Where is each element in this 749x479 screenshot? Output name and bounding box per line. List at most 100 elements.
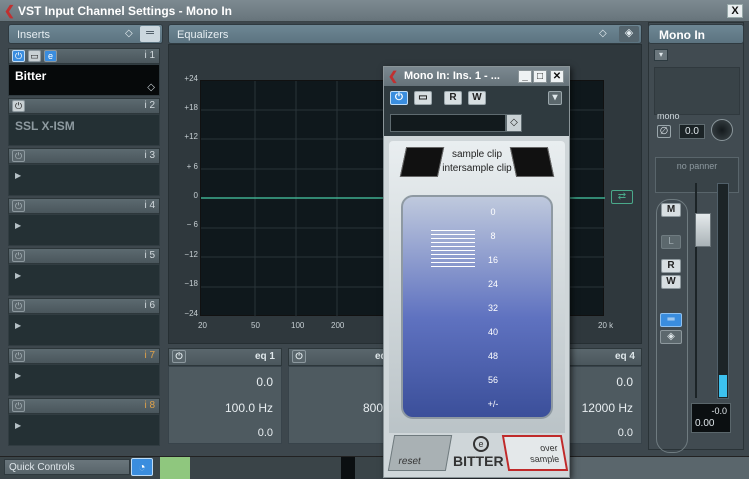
insert-power-icon[interactable]: ⏻ xyxy=(12,150,25,162)
bit-meter-bars xyxy=(431,230,475,270)
eq-band-freq[interactable]: 12000 Hz xyxy=(582,401,633,415)
eq-x-tick: 20 k xyxy=(598,321,614,330)
insert-bypass-icon[interactable]: ▭ xyxy=(28,50,41,62)
insert-power-icon[interactable]: ⏻ xyxy=(12,100,25,112)
insert-slot[interactable]: SSL X-ISM xyxy=(8,114,160,146)
plugin-write-button[interactable]: W xyxy=(468,91,486,105)
input-routing-area[interactable] xyxy=(654,67,740,115)
oversample-button[interactable]: over sample xyxy=(501,435,569,471)
plugin-preset-icon[interactable]: ◇ xyxy=(506,114,522,132)
bypass-inserts-icon[interactable]: ═ xyxy=(660,313,682,327)
insert-power-icon[interactable]: ⏻ xyxy=(12,50,25,62)
input-gain-knob[interactable] xyxy=(711,119,733,141)
insert-slot-header: ⏻ i 8 xyxy=(8,398,160,414)
bit-scale-label: 8 xyxy=(490,231,496,241)
level-meter xyxy=(717,183,729,399)
insert-slot-number: i 1 xyxy=(144,50,155,61)
project-track-green xyxy=(160,457,190,479)
mute-button[interactable]: M xyxy=(661,203,681,217)
plugin-window: ❮ Mono In: Ins. 1 - ... _ □ ✕ ⏻ ▭ R W ▾ … xyxy=(383,66,570,478)
eq-band-gain[interactable]: 0.0 xyxy=(256,375,273,389)
cubase-logo-icon: ❮ xyxy=(4,3,15,18)
insert-slot-number: i 2 xyxy=(144,100,155,111)
meter-peak-value: -0.0 xyxy=(711,406,727,416)
eq-bypass-icon[interactable]: ◈ xyxy=(619,26,639,42)
bitter-brand: BITTER xyxy=(453,453,504,469)
plugin-power-icon[interactable]: ⏻ xyxy=(390,91,408,105)
eq-preset-icon[interactable]: ◇ xyxy=(599,28,607,39)
insert-slot-number: i 8 xyxy=(144,400,155,411)
quick-controls-icon[interactable]: ◔ xyxy=(131,458,153,476)
intersample-clip-label: intersample clip xyxy=(442,163,512,174)
insert-power-icon[interactable]: ⏻ xyxy=(12,250,25,262)
insert-slot[interactable]: ▶ xyxy=(8,164,160,196)
insert-slot-header: ⏻ i 5 xyxy=(8,248,160,264)
bit-scale-label: 24 xyxy=(487,279,498,289)
inserts-header[interactable]: Inserts ◇ ═ xyxy=(8,24,163,44)
reset-button[interactable]: reset xyxy=(387,435,453,471)
plugin-maximize-icon[interactable]: □ xyxy=(533,70,547,83)
eq-x-tick: 200 xyxy=(331,321,345,330)
project-track-dark xyxy=(341,457,355,479)
plugin-menu-icon[interactable]: ▾ xyxy=(548,91,562,105)
insert-power-icon[interactable]: ⏻ xyxy=(12,300,25,312)
eq-band-q[interactable]: 0.0 xyxy=(618,427,633,439)
bit-scale-label: 56 xyxy=(487,375,498,385)
eq-band-label: eq 1 xyxy=(254,351,275,362)
bypass-eq-icon[interactable]: ◈ xyxy=(660,330,682,344)
insert-slot-number: i 6 xyxy=(144,300,155,311)
eq-band-power-icon[interactable]: ⏻ xyxy=(292,350,306,363)
plugin-close-icon[interactable]: ✕ xyxy=(550,70,564,83)
insert-expand-icon[interactable]: ▶ xyxy=(15,371,21,380)
insert-expand-icon[interactable]: ▶ xyxy=(15,221,21,230)
insert-slot[interactable]: ▶ xyxy=(8,214,160,246)
eq-band-power-icon[interactable]: ⏻ xyxy=(172,350,186,363)
eq-band-q[interactable]: 0.0 xyxy=(258,427,273,439)
window-close-button[interactable]: X xyxy=(727,4,743,18)
eq-y-tick: +12 xyxy=(184,132,198,141)
plugin-title: Mono In: Ins. 1 - ... xyxy=(404,70,500,82)
inserts-bypass-icon[interactable]: ═ xyxy=(140,26,160,42)
bitter-logo-icon: e xyxy=(473,436,489,452)
insert-slot-number: i 5 xyxy=(144,250,155,261)
insert-slot[interactable]: ▶ xyxy=(8,364,160,396)
insert-slot[interactable]: ▶ xyxy=(8,314,160,346)
channel-menu-icon[interactable]: ▾ xyxy=(654,49,668,61)
plugin-bypass-icon[interactable]: ▭ xyxy=(414,91,432,105)
plugin-preset-field[interactable] xyxy=(390,114,506,132)
read-automation-button[interactable]: R xyxy=(661,259,681,273)
insert-power-icon[interactable]: ⏻ xyxy=(12,200,25,212)
channel-name-header[interactable]: Mono In xyxy=(648,24,744,44)
listen-button[interactable]: L xyxy=(661,235,681,249)
insert-slot[interactable]: ▶ xyxy=(8,414,160,446)
fader-value[interactable]: 0.00 xyxy=(695,418,714,429)
eq-band-freq[interactable]: 100.0 Hz xyxy=(225,401,273,415)
volume-fader-handle[interactable] xyxy=(695,213,711,247)
equalizers-header[interactable]: Equalizers ◇ ◈ xyxy=(168,24,642,44)
insert-expand-icon[interactable]: ▶ xyxy=(15,421,21,430)
insert-expand-icon[interactable]: ▶ xyxy=(15,321,21,330)
insert-expand-icon[interactable]: ▶ xyxy=(15,171,21,180)
insert-power-icon[interactable]: ⏻ xyxy=(12,400,25,412)
plugin-titlebar[interactable]: ❮ Mono In: Ins. 1 - ... _ □ ✕ xyxy=(384,67,569,86)
insert-slot[interactable]: Bitter ◇ xyxy=(8,64,160,96)
eq-band-gain[interactable]: 0.0 xyxy=(616,375,633,389)
quick-controls-label[interactable]: Quick Controls xyxy=(4,459,130,475)
plugin-minimize-icon[interactable]: _ xyxy=(518,70,532,83)
plugin-read-button[interactable]: R xyxy=(444,91,462,105)
inserts-preset-icon[interactable]: ◇ xyxy=(125,28,133,39)
equalizers-title: Equalizers xyxy=(177,29,229,41)
eq-link-icon[interactable]: ⇄ xyxy=(611,190,633,204)
channel-strip: ▾ mono ∅ 0.0 no panner M L R W ═ ◈ -0.0 … xyxy=(648,22,744,453)
insert-slot-header: ⏻ i 6 xyxy=(8,298,160,314)
insert-edit-icon[interactable]: e xyxy=(44,50,57,62)
input-gain-value[interactable]: 0.0 xyxy=(679,124,705,139)
write-automation-button[interactable]: W xyxy=(661,275,681,289)
eq-y-tick: +18 xyxy=(184,103,198,112)
insert-slot[interactable]: ▶ xyxy=(8,264,160,296)
phase-invert-icon[interactable]: ∅ xyxy=(657,125,671,138)
insert-power-icon[interactable]: ⏻ xyxy=(12,350,25,362)
insert-preset-icon[interactable]: ◇ xyxy=(147,82,155,93)
insert-expand-icon[interactable]: ▶ xyxy=(15,271,21,280)
eq-y-tick: −24 xyxy=(184,309,198,318)
